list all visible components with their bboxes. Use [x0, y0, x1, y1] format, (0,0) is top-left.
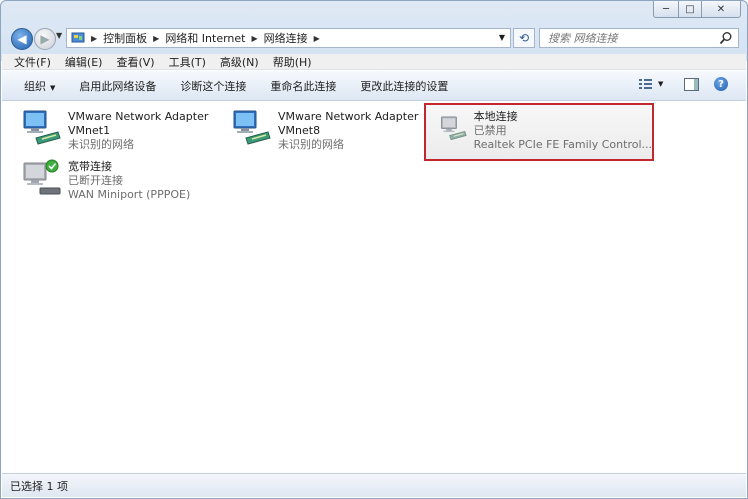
refresh-button[interactable]: ⟲ [513, 28, 535, 48]
breadcrumb-network-internet[interactable]: 网络和 Internet [165, 30, 245, 46]
connection-item-vmnet8[interactable]: VMware Network Adapter VMnet8 未识别的网络 [232, 108, 418, 152]
rename-connection-button[interactable]: 重命名此连接 [270, 78, 336, 94]
connection-name-line2: VMnet1 [68, 124, 111, 137]
title-bar: ─ □ ✕ [1, 1, 747, 23]
chevron-down-icon: ▼ [50, 83, 56, 92]
control-panel-icon [71, 32, 85, 43]
network-adapter-icon [23, 110, 61, 145]
view-options-icon [639, 79, 652, 89]
breadcrumb-network-connections[interactable]: 网络连接 [264, 30, 308, 46]
connection-name-line1: VMware Network Adapter [68, 110, 209, 123]
status-text: 已选择 1 项 [10, 479, 68, 493]
forward-button[interactable]: ▶ [34, 28, 56, 50]
connection-name-line2: VMnet8 [278, 124, 321, 137]
network-adapter-icon [233, 110, 271, 145]
search-input[interactable] [546, 30, 718, 46]
connection-status: 已禁用 [473, 124, 507, 137]
recent-pages-dropdown[interactable]: ▼ [56, 31, 62, 40]
address-bar[interactable]: ▶ 控制面板 ▶ 网络和 Internet ▶ 网络连接 ▶ ▼ [66, 28, 511, 48]
connection-device: Realtek PCIe FE Family Control... [473, 138, 652, 151]
address-row: ◀ ▶ ▼ ▶ 控制面板 ▶ 网络和 Internet ▶ 网络连接 ▶ ▼ ⟲ [1, 23, 747, 53]
connection-status: 已断开连接 [68, 174, 123, 187]
connections-list: VMware Network Adapter VMnet1 未识别的网络 VMw… [2, 102, 746, 472]
breadcrumb-arrow-icon[interactable]: ▶ [153, 34, 159, 43]
search-box[interactable] [539, 28, 739, 48]
connection-name-line1: VMware Network Adapter [278, 110, 419, 123]
connection-status: 未识别的网络 [278, 138, 344, 151]
connection-name: 宽带连接 [68, 160, 112, 173]
command-bar: 组织 ▼ 启用此网络设备 诊断这个连接 重命名此连接 更改此连接的设置 ▼ ? [2, 71, 746, 101]
back-button[interactable]: ◀ [11, 28, 33, 50]
preview-pane-button[interactable] [684, 78, 699, 91]
connection-item-local-area[interactable]: 本地连接 已禁用 Realtek PCIe FE Family Control.… [424, 103, 654, 161]
broadband-icon [23, 159, 61, 195]
address-dropdown-icon[interactable]: ▼ [499, 33, 505, 42]
diagnose-connection-button[interactable]: 诊断这个连接 [180, 78, 246, 94]
change-settings-button[interactable]: 更改此连接的设置 [360, 78, 448, 94]
menu-file[interactable]: 文件(F) [14, 54, 51, 70]
refresh-icon: ⟲ [518, 31, 530, 45]
search-icon[interactable] [719, 31, 733, 45]
minimize-button[interactable]: ─ [653, 1, 679, 18]
close-button[interactable]: ✕ [701, 1, 741, 18]
menu-help[interactable]: 帮助(H) [273, 54, 312, 70]
network-connections-window: ─ □ ✕ ◀ ▶ ▼ ▶ 控制面板 ▶ 网络和 Internet ▶ 网络连接… [0, 0, 748, 499]
breadcrumb-control-panel[interactable]: 控制面板 [103, 30, 147, 46]
organize-label: 组织 [24, 79, 46, 93]
menu-edit[interactable]: 编辑(E) [65, 54, 103, 70]
help-icon[interactable]: ? [714, 77, 728, 91]
menu-tools[interactable]: 工具(T) [169, 54, 206, 70]
organize-button[interactable]: 组织 ▼ [24, 78, 55, 94]
menu-advanced[interactable]: 高级(N) [220, 54, 259, 70]
enable-device-button[interactable]: 启用此网络设备 [79, 78, 156, 94]
maximize-button[interactable]: □ [678, 1, 702, 18]
connection-status: 未识别的网络 [68, 138, 134, 151]
breadcrumb-arrow-icon[interactable]: ▶ [252, 34, 258, 43]
connection-device: WAN Miniport (PPPOE) [68, 188, 191, 201]
breadcrumb-arrow-icon[interactable]: ▶ [91, 34, 97, 43]
menu-bar: 文件(F) 编辑(E) 查看(V) 工具(T) 高级(N) 帮助(H) [2, 54, 746, 70]
breadcrumb-arrow-icon[interactable]: ▶ [314, 34, 320, 43]
menu-view[interactable]: 查看(V) [116, 54, 154, 70]
status-bar: 已选择 1 项 [2, 473, 746, 497]
connection-item-vmnet1[interactable]: VMware Network Adapter VMnet1 未识别的网络 [22, 108, 208, 152]
chevron-down-icon: ▼ [658, 80, 664, 88]
network-adapter-disabled-icon [441, 116, 467, 141]
connection-name: 本地连接 [473, 110, 518, 123]
change-view-button[interactable]: ▼ [638, 77, 663, 91]
connection-item-broadband[interactable]: 宽带连接 已断开连接 WAN Miniport (PPPOE) [22, 158, 190, 202]
